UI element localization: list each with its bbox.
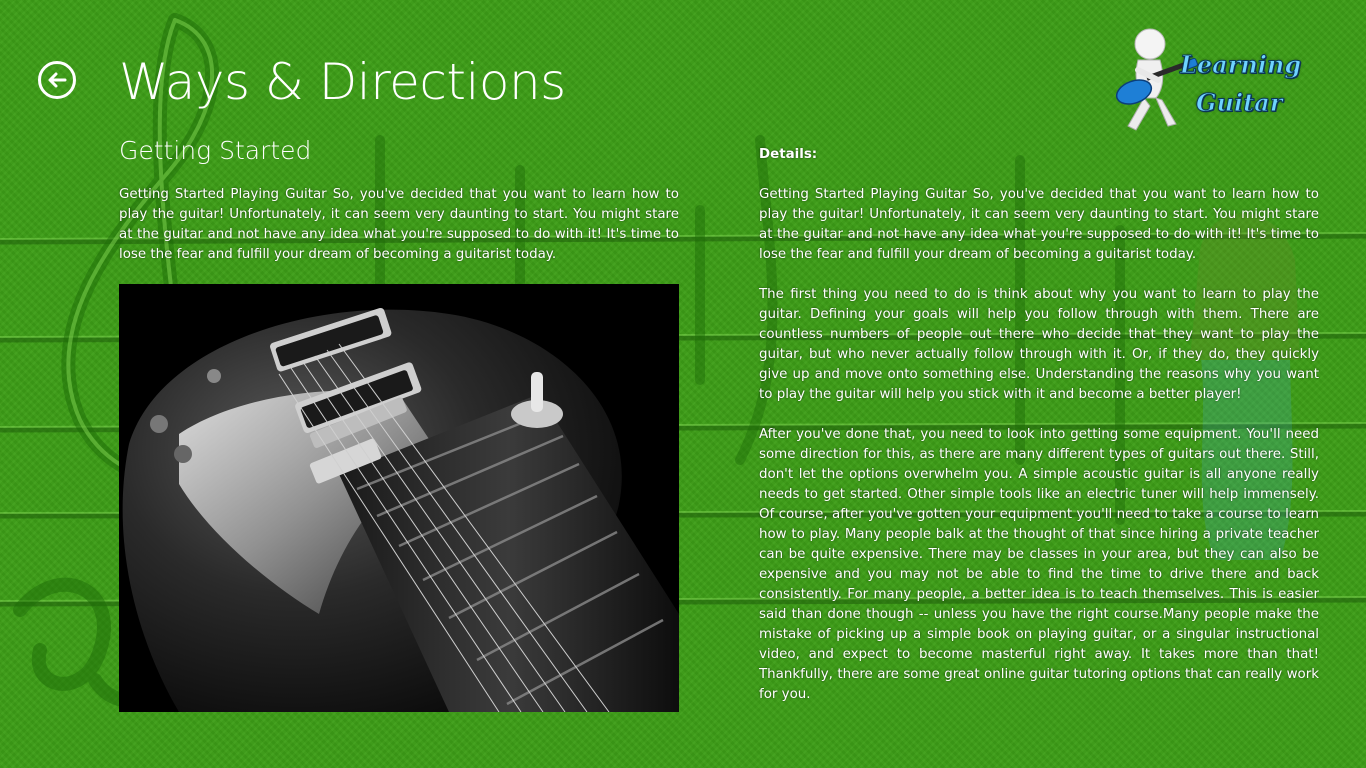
- app-logo: Learning Guitar: [1098, 26, 1308, 136]
- details-body: Getting Started Playing Guitar So, you'v…: [759, 185, 1319, 725]
- page-title: Ways & Directions: [119, 53, 566, 111]
- intro-paragraph: Getting Started Playing Guitar So, you'v…: [119, 187, 679, 262]
- details-label: Details:: [759, 147, 818, 162]
- back-arrow-icon: [48, 72, 67, 88]
- electric-guitar-image: [119, 284, 679, 712]
- details-paragraph: The first thing you need to do is think …: [759, 287, 1319, 402]
- back-button[interactable]: [38, 61, 76, 99]
- details-paragraph: Getting Started Playing Guitar So, you'v…: [759, 187, 1319, 262]
- logo-text-learning: Learning: [1179, 50, 1302, 80]
- guitar-photo: [119, 284, 679, 712]
- guitar-player-figure-icon: [1115, 28, 1198, 131]
- details-paragraph: After you've done that, you need to look…: [759, 427, 1319, 702]
- section-title: Getting Started: [119, 136, 312, 165]
- logo-text-guitar: Guitar: [1195, 88, 1283, 118]
